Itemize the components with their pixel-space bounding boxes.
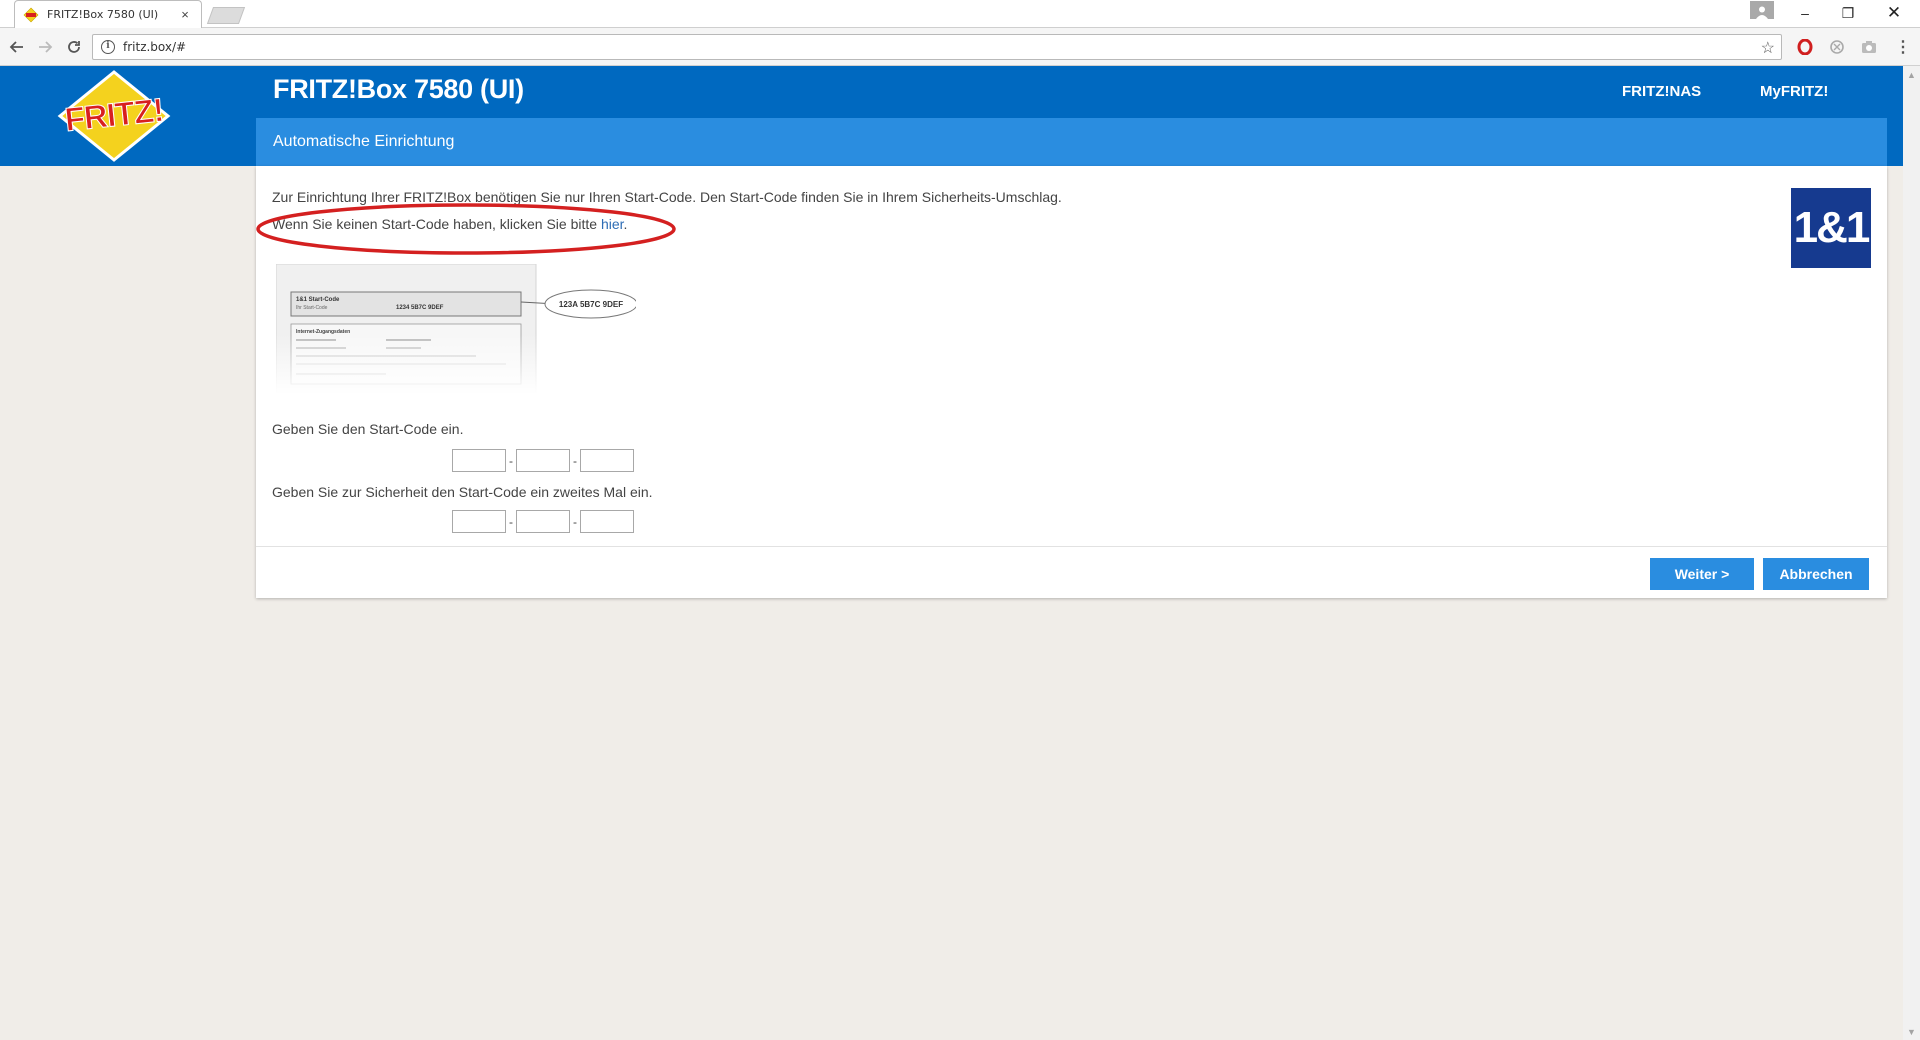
subheader: Automatische Einrichtung (256, 118, 1887, 166)
tab-close-icon[interactable]: × (177, 7, 193, 22)
start-code-inputs: - - (452, 449, 634, 472)
divider (256, 546, 1887, 547)
callout-code: 123A 5B7C 9DEF (559, 300, 623, 309)
opera-icon[interactable] (1795, 37, 1815, 57)
code-separator: - (509, 453, 513, 468)
start-code-input-2[interactable] (516, 449, 570, 472)
start-code-repeat-label: Geben Sie zur Sicherheit den Start-Code … (272, 484, 653, 500)
fritz-nas-link[interactable]: FRITZ!NAS (1622, 83, 1701, 100)
start-code-label: Geben Sie den Start-Code ein. (272, 421, 464, 437)
new-tab-button[interactable] (206, 7, 246, 24)
no-code-suffix: . (623, 216, 628, 232)
setup-card: Zur Einrichtung Ihrer FRITZ!Box benötige… (256, 166, 1887, 598)
scroll-up-icon[interactable]: ▲ (1903, 66, 1920, 83)
address-bar: i fritz.box/# ☆ ⋮ (0, 28, 1920, 66)
camera-icon[interactable] (1859, 37, 1879, 57)
restore-button[interactable]: ❐ (1828, 0, 1868, 26)
start-code-repeat-inputs: - - (452, 510, 634, 533)
provider-logo: 1&1 (1791, 188, 1871, 268)
fritz-favicon-icon (23, 7, 39, 23)
start-code-repeat-input-1[interactable] (452, 510, 506, 533)
tab-title: FRITZ!Box 7580 (UI) (47, 8, 159, 21)
url-field[interactable]: i fritz.box/# ☆ (92, 34, 1782, 60)
illustration-section-subtitle: Ihr Start-Code (296, 305, 328, 311)
start-code-illustration: 1&1 Start-Code Ihr Start-Code 1234 5B7C … (275, 263, 638, 394)
info-icon[interactable]: i (101, 40, 115, 54)
browser-tabstrip: FRITZ!Box 7580 (UI) × – ❐ ✕ (0, 0, 1920, 28)
reload-icon[interactable] (63, 36, 85, 58)
section-title: Automatische Einrichtung (273, 133, 455, 150)
illustration-section-title: 1&1 Start-Code (296, 297, 340, 303)
page-title: FRITZ!Box 7580 (UI) (273, 74, 524, 104)
start-code-repeat-input-2[interactable] (516, 510, 570, 533)
next-button[interactable]: Weiter > (1650, 558, 1754, 590)
no-code-prefix: Wenn Sie keinen Start-Code haben, klicke… (272, 216, 601, 232)
start-code-repeat-input-3[interactable] (580, 510, 634, 533)
back-icon[interactable] (6, 36, 28, 58)
browser-tab[interactable]: FRITZ!Box 7580 (UI) × (14, 0, 202, 28)
menu-icon[interactable]: ⋮ (1893, 37, 1913, 57)
hier-link[interactable]: hier (601, 216, 624, 232)
page-scrollbar[interactable]: ▲ ▼ (1903, 66, 1920, 1040)
myfritz-link[interactable]: MyFRITZ! (1760, 83, 1828, 100)
cancel-button[interactable]: Abbrechen (1763, 558, 1869, 590)
scroll-down-icon[interactable]: ▼ (1903, 1023, 1920, 1040)
no-code-text: Wenn Sie keinen Start-Code haben, klicke… (272, 216, 627, 232)
intro-text: Zur Einrichtung Ihrer FRITZ!Box benötige… (272, 189, 1062, 205)
fritz-logo[interactable]: FRITZ! (56, 70, 172, 162)
minimize-button[interactable]: – (1785, 0, 1825, 26)
code-separator: - (573, 514, 577, 529)
extension-icon[interactable] (1827, 37, 1847, 57)
illustration-section-code: 1234 5B7C 9DEF (396, 305, 444, 311)
profile-icon[interactable] (1750, 1, 1774, 19)
star-icon[interactable]: ☆ (1761, 38, 1775, 58)
start-code-input-1[interactable] (452, 449, 506, 472)
code-separator: - (573, 453, 577, 468)
close-window-button[interactable]: ✕ (1874, 0, 1914, 26)
code-separator: - (509, 514, 513, 529)
start-code-input-3[interactable] (580, 449, 634, 472)
url-text[interactable]: fritz.box/# (123, 40, 186, 54)
forward-icon[interactable] (34, 36, 56, 58)
